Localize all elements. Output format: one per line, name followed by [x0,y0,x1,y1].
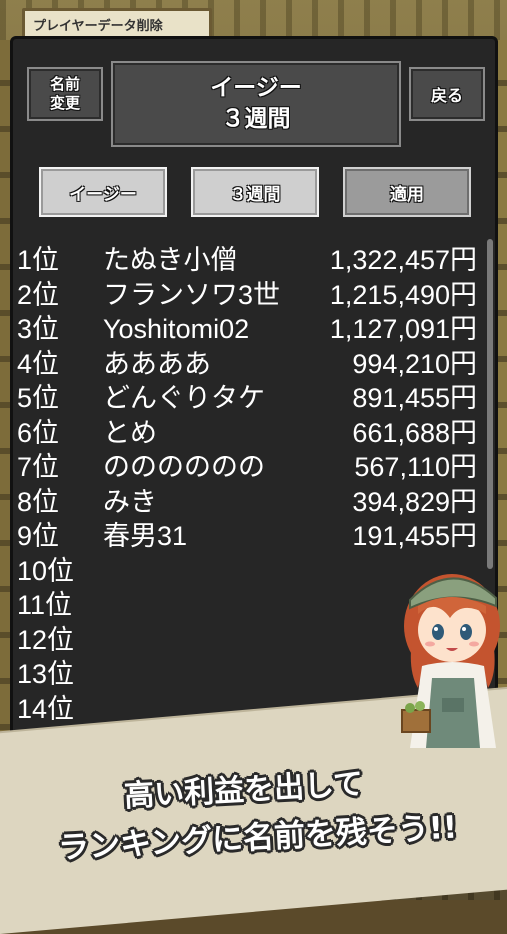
apply-button[interactable]: 適用 [343,167,471,217]
ranking-row: 6位 とめ 661,688円 [17,416,477,450]
player-name: どんぐりタケ [103,383,265,413]
ranking-row: 7位 のののののの 567,110円 [17,450,477,484]
rename-button[interactable]: 名前 変更 [27,67,103,121]
back-button[interactable]: 戻る [409,67,485,121]
rank-number: 10位 [17,555,75,586]
profit-score: 661,688円 [352,417,477,448]
ranking-row: 8位 みき 394,829円 [17,485,477,519]
player-name: たぬき小僧 [103,245,238,275]
player-name: Yoshitomi02 [103,314,250,344]
ranking-row: 2位 フランソワ3世 1,215,490円 [17,278,477,312]
rank-number: 1位 [17,245,60,275]
ranking-row: 3位 Yoshitomi02 1,127,091円 [17,312,477,346]
rank-number: 13位 [17,659,75,689]
rank-number: 9位 [17,521,60,551]
period-select-button[interactable]: ３週間 [191,167,319,217]
mode-title: イージー ３週間 [111,61,401,147]
shopkeeper-girl-illustration [401,574,500,748]
rank-number: 8位 [17,486,60,517]
rename-button-label: 名前 変更 [49,75,80,112]
difficulty-select-button[interactable]: イージー [39,167,167,217]
apply-label: 適用 [390,184,424,205]
mode-title-difficulty: イージー [210,75,302,101]
rank-number: 5位 [17,383,60,413]
rank-number: 2位 [17,279,60,310]
ranking-row: 5位 どんぐりタケ 891,455円 [17,381,477,415]
ranking-row: 1位 たぬき小僧 1,322,457円 [17,243,477,277]
player-name: フランソワ3世 [103,279,281,310]
rank-number: 7位 [17,452,60,482]
ranking-scrollbar[interactable] [487,239,493,569]
player-name: ああああ [103,348,211,379]
rank-number: 11位 [17,590,73,620]
profit-score: 567,110円 [354,452,477,482]
difficulty-label: イージー [69,184,137,205]
profit-score: 1,322,457円 [329,245,477,275]
rank-number: 12位 [17,624,75,655]
ranking-row: 4位 ああああ 994,210円 [17,347,477,381]
rank-number: 3位 [17,314,60,344]
player-name: みき [103,486,157,517]
rank-number: 14位 [17,693,75,724]
back-button-label: 戻る [430,86,463,105]
profit-score: 1,215,490円 [329,279,477,310]
rank-number: 6位 [17,417,60,448]
rank-number: 4位 [17,348,60,379]
mode-title-period: ３週間 [221,106,291,132]
period-label: ３週間 [229,184,281,205]
profit-score: 394,829円 [352,486,477,517]
player-name: とめ [103,417,157,448]
player-name: 春男31 [103,521,188,551]
profit-score: 994,210円 [352,348,477,379]
player-name: のののののの [103,452,265,482]
profit-score: 1,127,091円 [329,314,477,344]
profit-score: 891,455円 [352,383,477,413]
